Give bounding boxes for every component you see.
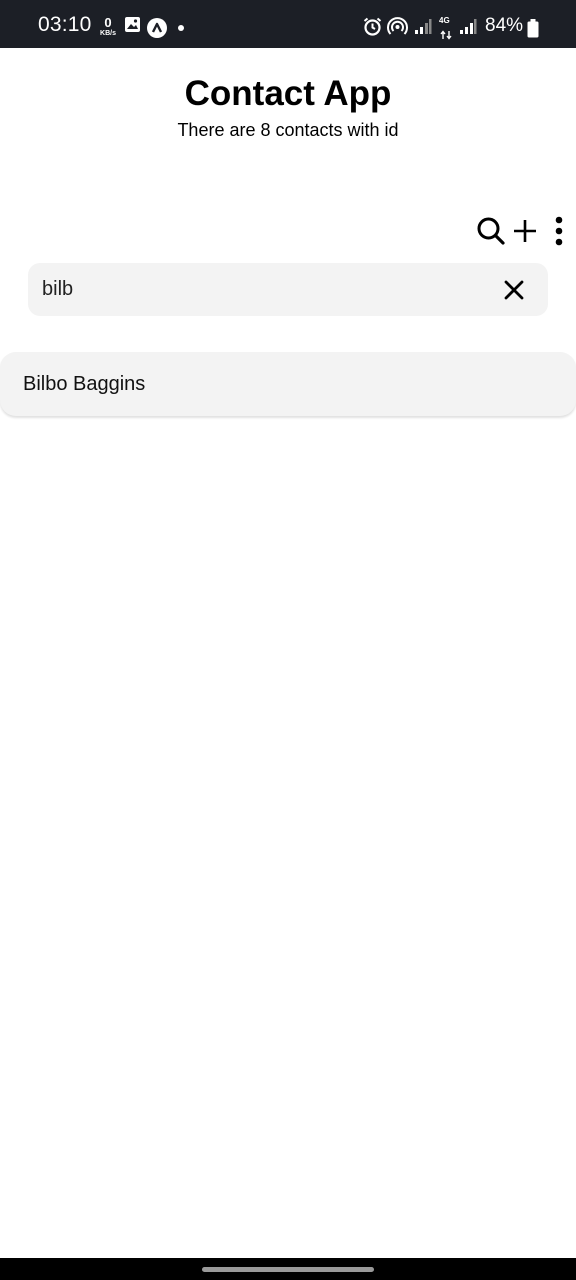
navigation-bar <box>0 1258 576 1280</box>
hotspot-icon <box>387 17 408 41</box>
status-bar: 03:10 0 KB/s 4G 84% <box>0 0 576 48</box>
alarm-icon <box>363 17 382 41</box>
search-box <box>28 263 548 316</box>
search-input[interactable] <box>42 263 482 316</box>
app-icon <box>147 18 167 43</box>
home-gesture-handle[interactable] <box>202 1267 374 1272</box>
clock: 03:10 <box>38 13 92 36</box>
clear-search-button[interactable] <box>500 276 528 304</box>
page-title: Contact App <box>184 74 392 113</box>
network-type: 4G <box>439 16 450 25</box>
add-icon <box>514 220 536 242</box>
more-options-button[interactable] <box>542 214 576 248</box>
signal-icon-2 <box>459 19 477 40</box>
search-icon <box>477 217 505 245</box>
image-icon <box>124 16 141 38</box>
battery-icon <box>527 19 539 43</box>
signal-icon <box>414 19 432 40</box>
network-speed: 0 KB/s <box>97 16 119 37</box>
battery-level: 84% <box>485 15 524 36</box>
network-speed-value: 0 <box>104 15 112 30</box>
data-arrows-icon <box>440 27 452 45</box>
add-contact-button[interactable] <box>508 214 542 248</box>
close-icon <box>504 280 524 300</box>
contacts-count-subtitle: There are 8 contacts with id <box>177 120 399 140</box>
contact-list-item[interactable]: Bilbo Baggins <box>0 352 576 416</box>
more-vert-icon <box>555 216 563 246</box>
contact-name: Bilbo Baggins <box>23 373 146 395</box>
network-speed-unit: KB/s <box>100 30 116 37</box>
search-button[interactable] <box>474 214 508 248</box>
notification-dot <box>178 25 184 31</box>
